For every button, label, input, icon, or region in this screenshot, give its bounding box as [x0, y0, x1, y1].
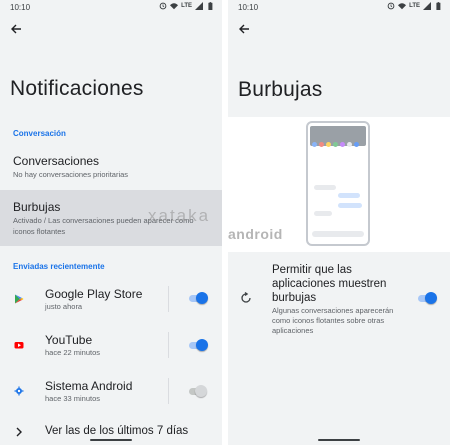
input-bar: [312, 231, 364, 237]
alarm-icon: [387, 2, 395, 10]
youtube-toggle[interactable]: [187, 339, 208, 351]
message-line: [314, 185, 336, 190]
section-header-recientes: Enviadas recientemente: [13, 262, 105, 271]
bubble-dot: [319, 142, 324, 147]
status-bar: 10:10 LTE: [0, 0, 222, 14]
bubble-dot: [333, 142, 338, 147]
wifi-icon: [170, 3, 179, 10]
app-time: hace 33 minutos: [45, 394, 101, 403]
status-time: 10:10: [238, 3, 259, 12]
bubble-dot: [312, 142, 317, 147]
chevron-right-icon: [16, 427, 22, 437]
page-title: Burbujas: [238, 78, 323, 101]
battery-icon: [436, 2, 441, 10]
divider: [168, 332, 169, 358]
bubble-dot: [340, 142, 345, 147]
divider: [168, 378, 169, 404]
gesture-nav-bar[interactable]: [318, 439, 360, 441]
alarm-icon: [159, 2, 167, 10]
page-title: Notificaciones: [10, 77, 144, 100]
wifi-icon: [398, 3, 407, 10]
gesture-nav-bar[interactable]: [90, 439, 132, 441]
battery-icon: [208, 2, 213, 10]
phone-mockup: [306, 121, 370, 246]
status-time: 10:10: [10, 3, 31, 12]
allow-bubbles-title: Permitir que las aplicaciones muestren b…: [272, 264, 387, 304]
message-line: [338, 193, 360, 198]
network-type: LTE: [409, 3, 420, 9]
signal-icon: [195, 2, 203, 10]
back-arrow-icon[interactable]: [237, 22, 251, 36]
watermark-logo-top: xataka: [148, 206, 211, 225]
allow-bubbles-subtitle: Algunas conversaciones aparecerán como i…: [272, 306, 394, 335]
play-store-icon: [15, 294, 24, 304]
bubbles-screen: 10:10 LTE Burbujas Permitir que las apli…: [228, 0, 450, 445]
message-line: [338, 203, 362, 208]
bubble-dot: [326, 142, 331, 147]
app-time: justo ahora: [45, 302, 83, 311]
signal-icon: [423, 2, 431, 10]
network-type: LTE: [181, 3, 192, 9]
app-name: YouTube: [45, 333, 93, 347]
sync-bubbles-icon: [241, 292, 251, 303]
message-line: [314, 211, 332, 216]
allow-bubbles-toggle[interactable]: [416, 292, 437, 304]
app-name: Google Play Store: [45, 287, 143, 301]
app-name: Sistema Android: [45, 379, 133, 393]
conversaciones-subtitle: No hay conversaciones prioritarias: [13, 170, 129, 179]
watermark-logo: android: [228, 226, 283, 242]
play-store-toggle[interactable]: [187, 292, 208, 304]
see-all-label: Ver las de los últimos 7 días: [45, 425, 189, 437]
android-system-icon: [14, 386, 24, 396]
burbujas-title: Burbujas: [13, 200, 61, 214]
app-time: hace 22 minutos: [45, 348, 101, 357]
status-bar: 10:10 LTE: [228, 0, 450, 14]
youtube-icon: [14, 342, 24, 349]
divider: [168, 286, 169, 312]
bubble-dot: [354, 142, 359, 147]
section-header-conversacion: Conversación: [13, 129, 66, 138]
conversaciones-title: Conversaciones: [13, 154, 100, 168]
back-arrow-icon[interactable]: [9, 22, 23, 36]
bubble-dot: [347, 142, 352, 147]
android-system-toggle[interactable]: [187, 385, 207, 397]
